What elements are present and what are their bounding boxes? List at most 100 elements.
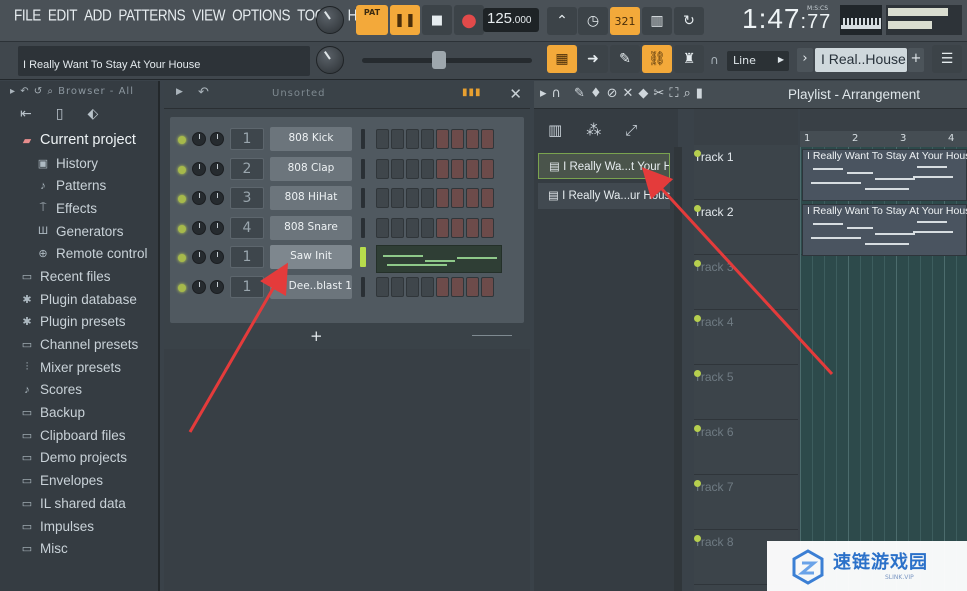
step-button[interactable] (451, 276, 464, 297)
browser-nav-icons[interactable]: ▸ ↶ ↺ ⌕ (10, 86, 58, 97)
channel-led[interactable] (178, 254, 186, 262)
scroll-handle[interactable] (472, 335, 512, 338)
channel-led[interactable] (178, 165, 186, 174)
step-button[interactable] (406, 129, 419, 149)
file-icon[interactable]: ▯ (56, 106, 64, 129)
step-button[interactable] (466, 188, 479, 208)
menu-edit[interactable]: EDIT (48, 7, 78, 24)
paint-icon[interactable]: ♦ (590, 86, 602, 101)
stop-button[interactable]: ■ (422, 5, 452, 35)
menu-file[interactable]: FILE (14, 7, 41, 24)
timeline-ruler[interactable]: 1 2 3 4 (800, 131, 967, 147)
browser-item[interactable]: ▭ Misc (0, 537, 158, 560)
menu-add[interactable]: ADD (84, 7, 112, 24)
track-enable-led[interactable] (694, 535, 701, 542)
pan-knob[interactable] (192, 279, 206, 294)
browser-item[interactable]: ▭ Backup (0, 401, 158, 424)
browser-item[interactable]: ▭ Demo projects (0, 447, 158, 470)
typing-keyboard-button[interactable]: ▦ (547, 45, 577, 73)
channel-select-indicator[interactable] (361, 276, 365, 297)
pattern-selector[interactable]: I Real..House (815, 48, 907, 72)
channel-filter[interactable]: Unsorted (272, 88, 326, 99)
metronome-button[interactable]: ⌃ (547, 7, 577, 35)
pan-knob[interactable] (192, 132, 206, 146)
step-button[interactable] (466, 276, 479, 297)
step-button[interactable] (406, 158, 419, 179)
tag-icon[interactable]: ⬖ (87, 106, 98, 129)
step-button[interactable] (481, 276, 494, 297)
mixer-track-number[interactable]: 1 (230, 128, 264, 150)
countdown-button[interactable]: 321 (610, 7, 640, 35)
step-button[interactable] (436, 129, 449, 149)
playlist-clip[interactable]: I Really Want To Stay At Your House (802, 149, 967, 201)
picker-scrollbar[interactable] (674, 147, 682, 591)
channel-name-button[interactable]: 808 Snare (270, 215, 352, 240)
pat-song-toggle[interactable]: PAT (356, 5, 388, 35)
collapse-icon[interactable]: ⇤ (20, 106, 32, 129)
volume-knob[interactable] (210, 132, 224, 146)
pan-knob[interactable] (192, 161, 206, 176)
track-enable-led[interactable] (694, 315, 701, 322)
browser-item[interactable]: ▰ Current project (0, 129, 158, 152)
step-button[interactable] (391, 217, 404, 238)
track-enable-led[interactable] (694, 205, 701, 212)
step-button[interactable] (436, 158, 449, 179)
channel-select-indicator[interactable] (361, 129, 365, 149)
undo-icon[interactable]: ↶ (198, 85, 209, 100)
menu-patterns[interactable]: PATTERNS (118, 7, 185, 24)
magnet-icon[interactable]: ∩ (552, 86, 562, 101)
mixer-track-number[interactable]: 2 (230, 157, 264, 180)
channel-name-button[interactable]: Saw Init (270, 245, 352, 269)
channel-name-button[interactable]: 808 Clap (270, 156, 352, 181)
add-pattern-button[interactable]: + (908, 48, 924, 72)
step-button[interactable] (376, 158, 389, 179)
snap-select[interactable]: Line ▶ (727, 51, 789, 71)
step-button[interactable] (481, 188, 494, 208)
step-button[interactable] (451, 188, 464, 208)
step-button[interactable] (391, 129, 404, 149)
step-edit-button[interactable]: ▥ (642, 7, 672, 35)
wait-input-button[interactable]: ◷ (578, 7, 608, 35)
loop-record-button[interactable]: ↻ (674, 7, 704, 35)
browser-item[interactable]: ▭ Recent files (0, 265, 158, 288)
add-channel-button[interactable]: + (310, 327, 323, 345)
step-button[interactable] (436, 276, 449, 297)
play-icon[interactable]: ▸ (540, 86, 547, 101)
channel-led[interactable] (178, 195, 186, 203)
step-button[interactable] (436, 217, 449, 238)
step-button[interactable] (406, 188, 419, 208)
graph-icon[interactable]: ▮▮▮ (462, 87, 482, 98)
browser-item[interactable]: ▭ Impulses (0, 515, 158, 538)
browser-item[interactable]: ▭ IL shared data (0, 492, 158, 515)
brush-tool-button[interactable]: ✎ (610, 45, 640, 73)
track-enable-led[interactable] (694, 260, 701, 267)
browser-item[interactable]: ▭ Channel presets (0, 333, 158, 356)
volume-knob[interactable] (210, 161, 224, 176)
browser-item[interactable]: ⫶ Mixer presets (0, 356, 158, 379)
track-enable-led[interactable] (694, 425, 701, 432)
mixer-track-number[interactable]: 3 (230, 187, 264, 209)
step-button[interactable] (481, 158, 494, 179)
mixer-track-number[interactable]: 1 (230, 275, 264, 298)
channel-led[interactable] (178, 224, 186, 233)
stamp-button[interactable]: ♜ (674, 45, 704, 73)
browser-item[interactable]: ♪ Patterns (0, 174, 158, 197)
step-button[interactable]: ➜ (578, 45, 608, 73)
step-button[interactable] (421, 276, 434, 297)
step-button[interactable] (466, 129, 479, 149)
pencil-icon[interactable]: ✎ (574, 86, 585, 101)
browser-item[interactable]: ♪ Scores (0, 379, 158, 402)
track-header[interactable]: Track 2 (694, 200, 798, 255)
browser-item[interactable]: ▭ Envelopes (0, 469, 158, 492)
mute-icon[interactable]: ✕ (623, 86, 634, 101)
volume-knob[interactable] (210, 279, 224, 294)
channel-name-button[interactable]: 808 HiHat (270, 186, 352, 210)
volume-knob[interactable] (210, 220, 224, 235)
step-button[interactable] (391, 158, 404, 179)
step-button[interactable] (481, 217, 494, 238)
step-button[interactable] (406, 217, 419, 238)
playlist-clip[interactable]: I Really Want To Stay At Your House (802, 204, 967, 256)
browser-item[interactable]: ⍑ Effects (0, 197, 158, 220)
pattern-prev-button[interactable]: › (797, 48, 813, 72)
step-button[interactable] (451, 129, 464, 149)
